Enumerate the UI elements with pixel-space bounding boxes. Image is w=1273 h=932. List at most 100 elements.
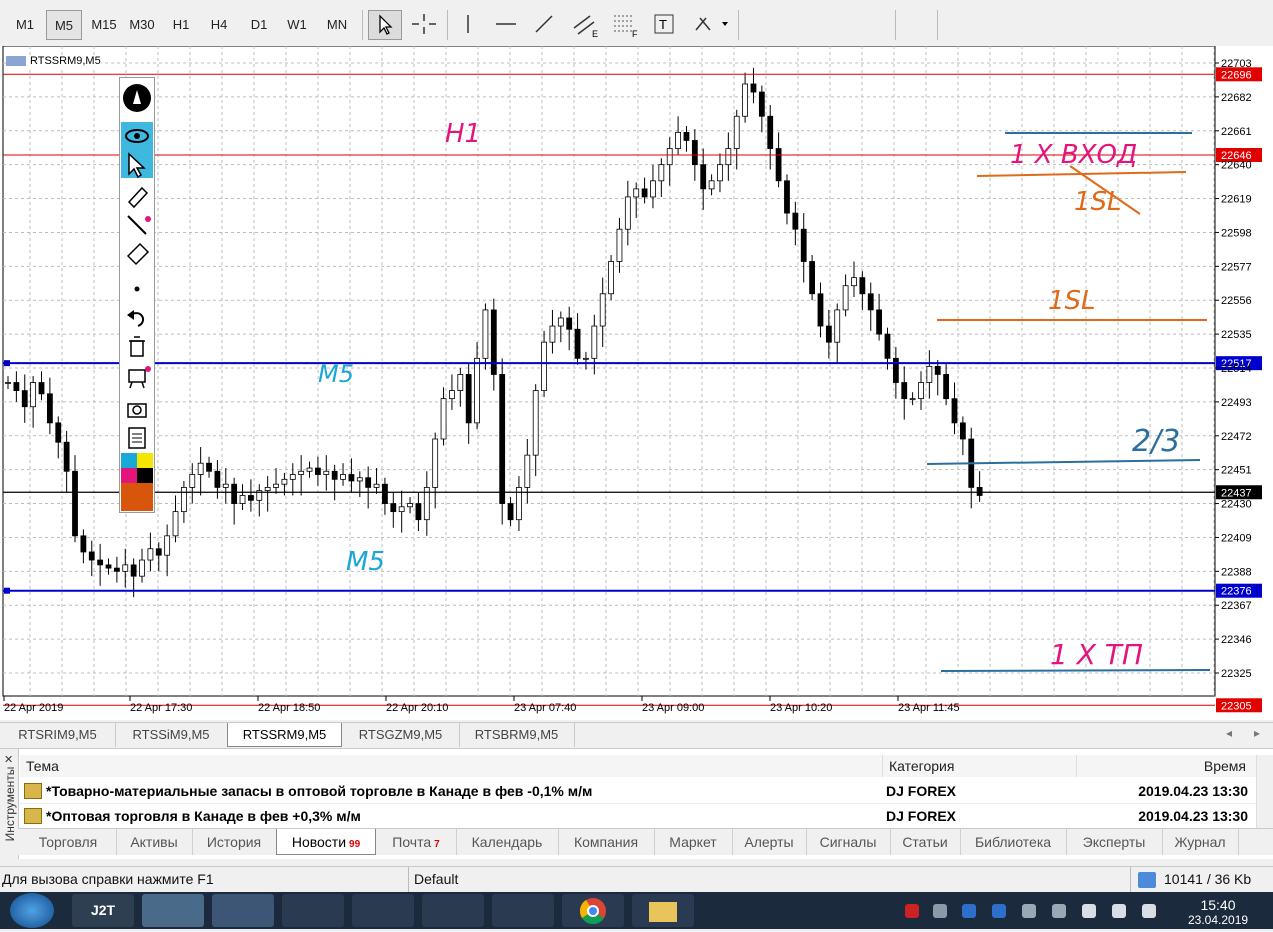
horizontal-line-tool[interactable] bbox=[490, 10, 524, 40]
text-tool[interactable]: T bbox=[648, 10, 682, 40]
camera-icon[interactable] bbox=[127, 403, 147, 418]
pencil-icon[interactable] bbox=[127, 186, 149, 209]
terminal-tab[interactable]: Новости 99 bbox=[276, 829, 376, 855]
clipboard-icon[interactable] bbox=[128, 427, 146, 449]
trendline-tool[interactable] bbox=[528, 10, 562, 40]
candle-bull bbox=[851, 277, 857, 287]
terminal-tab[interactable]: Почта 7 bbox=[376, 829, 457, 855]
present-icon[interactable] bbox=[128, 366, 151, 389]
pen-logo-icon bbox=[123, 84, 151, 112]
candle-bear bbox=[784, 180, 790, 214]
symbol-tab[interactable]: RTSBRM9,M5 bbox=[459, 723, 575, 747]
timeframe-d1[interactable]: D1 bbox=[242, 10, 276, 40]
tray-icon[interactable] bbox=[905, 904, 919, 918]
blue-level-label: 22376 bbox=[1221, 586, 1252, 598]
tray-icon[interactable] bbox=[1022, 904, 1036, 918]
dot-icon[interactable] bbox=[134, 286, 140, 292]
eraser-icon[interactable] bbox=[126, 242, 150, 266]
status-profile: Default bbox=[414, 871, 459, 887]
terminal-tab[interactable]: Компания bbox=[558, 829, 655, 855]
taskbar-app-folder[interactable] bbox=[632, 894, 694, 927]
timeframe-m15[interactable]: M15 bbox=[86, 10, 122, 40]
network-icon[interactable] bbox=[1112, 904, 1126, 918]
cursor-tool[interactable] bbox=[368, 10, 402, 40]
symbol-tab[interactable]: RTSGZM9,M5 bbox=[342, 723, 460, 747]
line-icon[interactable] bbox=[127, 215, 151, 235]
volume-icon[interactable] bbox=[1142, 904, 1156, 918]
shapes-dropdown[interactable] bbox=[688, 10, 734, 40]
timeframe-h4[interactable]: H4 bbox=[202, 10, 236, 40]
candle-bear bbox=[206, 462, 212, 472]
terminal-tab[interactable]: Сигналы bbox=[806, 829, 891, 855]
column-header-topic[interactable]: Тема bbox=[20, 755, 882, 777]
candle-bull bbox=[557, 317, 564, 327]
terminal-tab[interactable]: Эксперты bbox=[1066, 829, 1163, 855]
price-label: 22367 bbox=[1221, 600, 1252, 612]
start-button[interactable] bbox=[10, 893, 54, 928]
scroll-right-icon[interactable]: ▸ bbox=[1254, 726, 1260, 740]
terminal-tab[interactable]: Журнал bbox=[1162, 829, 1239, 855]
color-palette[interactable] bbox=[121, 453, 153, 511]
candle-bear bbox=[683, 131, 690, 141]
scroll-left-icon[interactable]: ◂ bbox=[1226, 726, 1232, 740]
table-row[interactable]: *Оптовая торговля в Канаде в фев +0,3% м… bbox=[20, 804, 1256, 828]
timeframe-mn[interactable]: MN bbox=[318, 10, 356, 40]
timeframe-m1[interactable]: M1 bbox=[8, 10, 42, 40]
taskbar-app-paint[interactable] bbox=[212, 894, 274, 927]
terminal-tab[interactable]: Торговля bbox=[20, 829, 117, 855]
timeframe-m5[interactable]: M5 bbox=[46, 10, 82, 40]
fibonacci-tool[interactable]: F bbox=[608, 10, 642, 40]
taskbar-app-notes[interactable] bbox=[352, 894, 414, 927]
terminal-tab-label: Календарь bbox=[471, 834, 543, 850]
symbol-tab[interactable]: RTSSiM9,M5 bbox=[115, 723, 228, 747]
tray-icon[interactable] bbox=[1052, 904, 1066, 918]
taskbar-app-feather[interactable] bbox=[282, 894, 344, 927]
tray-icon[interactable] bbox=[992, 904, 1006, 918]
taskbar-app-keyboard[interactable] bbox=[422, 894, 484, 927]
terminal-tab[interactable]: Библиотека bbox=[960, 829, 1067, 855]
candle-bear bbox=[976, 487, 983, 496]
terminal-tab[interactable]: Статьи bbox=[890, 829, 961, 855]
price-chart[interactable]: 226962264622305225172237622437 H1M5M51 X… bbox=[0, 46, 1273, 720]
timeframe-m30[interactable]: M30 bbox=[124, 10, 160, 40]
tray-icon[interactable] bbox=[962, 904, 976, 918]
clock[interactable]: 15:40 23.04.2019 bbox=[1188, 894, 1248, 927]
candle-bear bbox=[775, 148, 782, 182]
annotation-sl: 1SL bbox=[1048, 286, 1096, 316]
crosshair-tool[interactable] bbox=[408, 10, 442, 40]
trash-icon[interactable] bbox=[129, 336, 145, 357]
taskbar-app-chrome[interactable] bbox=[562, 894, 624, 927]
timeframe-w1[interactable]: W1 bbox=[280, 10, 314, 40]
taskbar-app-terminal[interactable] bbox=[142, 894, 204, 927]
column-header-time[interactable]: Время bbox=[1076, 755, 1256, 777]
taskbar-app-j2t[interactable]: J2T bbox=[72, 894, 134, 927]
annotation-sl-struck: 1SL bbox=[1074, 187, 1122, 217]
terminal-scrollbar[interactable] bbox=[1256, 755, 1273, 829]
terminal-tab[interactable]: Календарь bbox=[456, 829, 559, 855]
candle-bull bbox=[340, 474, 346, 480]
candle-bear bbox=[63, 441, 70, 472]
column-header-category[interactable]: Категория bbox=[882, 755, 1076, 777]
vertical-line-tool[interactable] bbox=[452, 10, 486, 40]
taskbar-app-tool[interactable] bbox=[492, 894, 554, 927]
equidistant-channel-tool[interactable]: E bbox=[568, 10, 602, 40]
terminal-tab[interactable]: Алерты bbox=[732, 829, 807, 855]
timeframe-h1[interactable]: H1 bbox=[164, 10, 198, 40]
symbol-tab[interactable]: RTSRIM9,M5 bbox=[0, 723, 116, 747]
terminal-tab[interactable]: Активы bbox=[116, 829, 193, 855]
toolbar-separator bbox=[447, 10, 448, 40]
chart-window[interactable]: 22696 22646 22305 22517 22376 22437 H1 M5 M5 1 X… bbox=[0, 46, 1273, 720]
candle-bull bbox=[909, 398, 916, 401]
tp-line bbox=[940, 669, 1211, 672]
tray-icon[interactable] bbox=[933, 904, 947, 918]
candle-bull bbox=[164, 535, 171, 556]
table-row[interactable]: *Товарно-материальные запасы в оптовой т… bbox=[20, 779, 1256, 804]
price-label: 22556 bbox=[1221, 295, 1252, 307]
flag-icon[interactable] bbox=[1082, 904, 1096, 918]
time-label: 22 Apr 18:50 bbox=[258, 702, 320, 714]
candle-bull bbox=[549, 325, 556, 343]
undo-icon[interactable] bbox=[127, 310, 145, 327]
symbol-tab-active[interactable]: RTSSRM9,M5 bbox=[227, 723, 342, 747]
terminal-tab[interactable]: История bbox=[192, 829, 277, 855]
terminal-tab[interactable]: Маркет bbox=[654, 829, 733, 855]
